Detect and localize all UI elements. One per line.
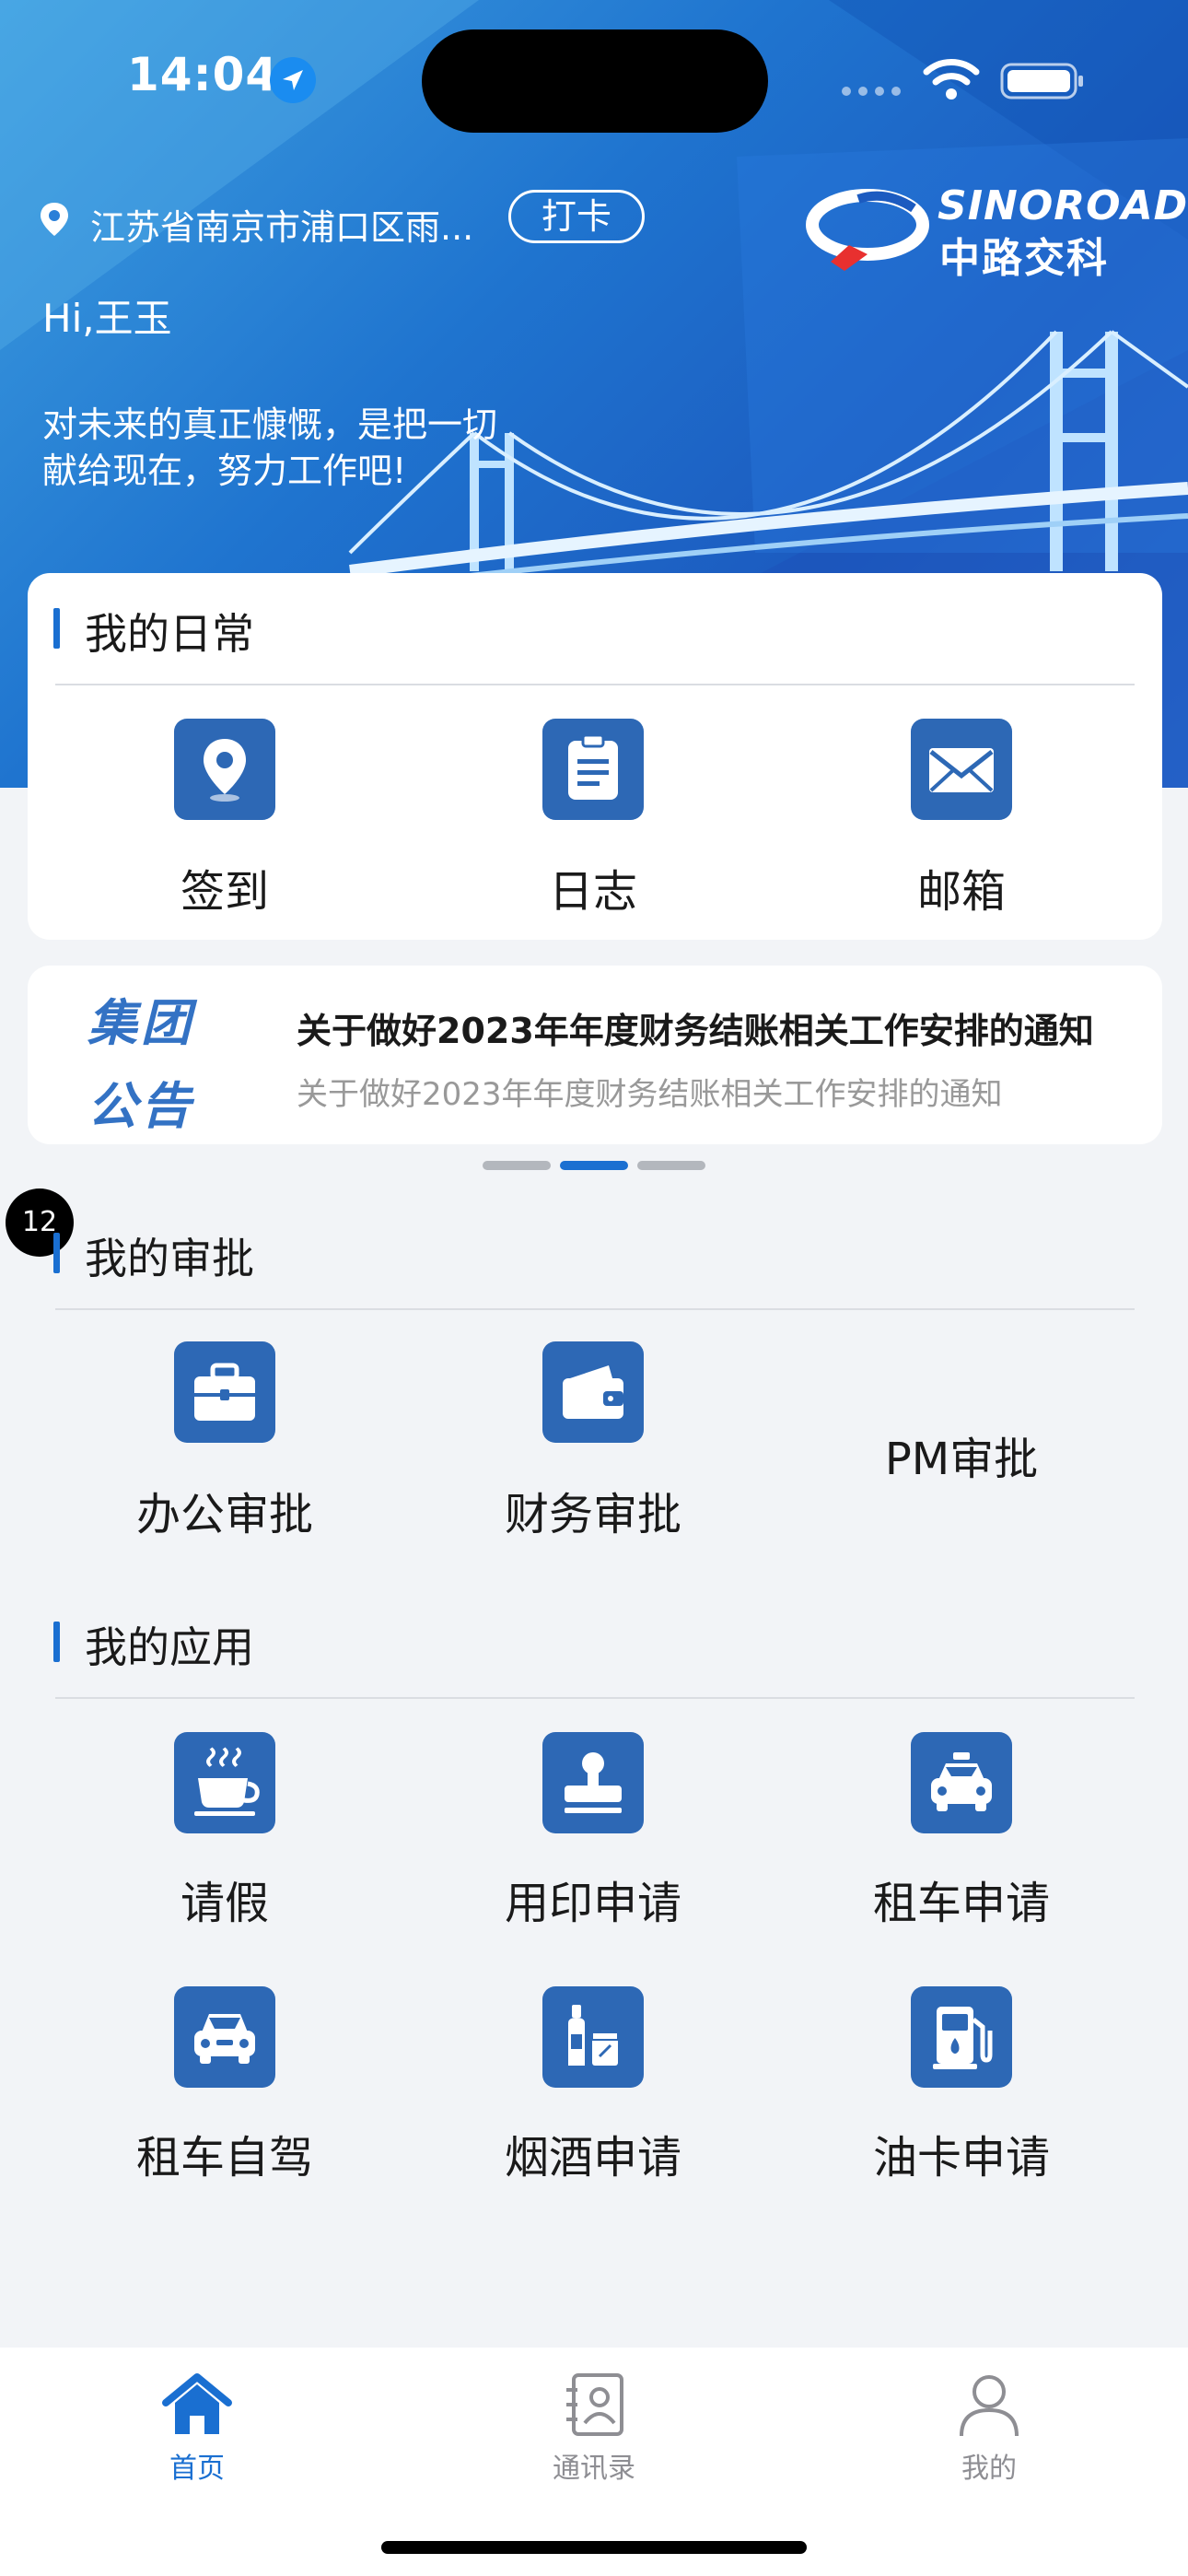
punch-in-button[interactable]: 打卡 [508, 190, 645, 243]
stamp-icon [565, 1752, 622, 1813]
app-item-tobacco-liquor[interactable] [542, 1986, 644, 2088]
log-document-icon [568, 733, 618, 800]
home-indicator[interactable] [381, 2541, 807, 2554]
app-label-fuel-card: 油卡申请 [872, 2132, 1050, 2184]
logo-title: SINOROAD [938, 182, 1188, 229]
bottle-icon [568, 2005, 619, 2066]
dynamic-island [422, 29, 768, 133]
approvals-section-title: 我的审批 [85, 1234, 254, 1283]
notice-tag-line-2: 公告 [87, 1077, 194, 1135]
tab-me[interactable]: 我的 [915, 2359, 1063, 2488]
daily-label-checkin: 签到 [180, 866, 269, 918]
signal-icon [842, 87, 901, 96]
coffee-cup-icon [194, 1747, 260, 1816]
app-item-leave[interactable] [174, 1732, 275, 1833]
daily-section-title: 我的日常 [85, 609, 254, 659]
pager-dot[interactable] [637, 1161, 705, 1170]
daily-label-log: 日志 [548, 866, 637, 918]
car-icon [194, 2014, 255, 2064]
approval-item-finance[interactable] [542, 1341, 644, 1443]
app-label-leave: 请假 [180, 1878, 269, 1929]
app-label-taxi: 租车申请 [872, 1878, 1050, 1929]
section-accent-bar [53, 1233, 60, 1273]
divider [55, 684, 1135, 685]
apps-section-title: 我的应用 [85, 1622, 254, 1672]
notice-title[interactable]: 关于做好2023年年度财务结账相关工作安排的通知 [297, 1002, 1094, 1053]
wifi-icon [923, 59, 980, 100]
tab-home[interactable]: 首页 [123, 2359, 271, 2488]
divider [55, 1308, 1135, 1310]
app-label-seal: 用印申请 [504, 1878, 681, 1929]
notice-tag-line-1: 集团 [87, 994, 194, 1052]
contacts-book-icon [566, 2373, 623, 2436]
location-text: 江苏省南京市浦口区雨... [90, 207, 474, 248]
tab-label-contacts: 通讯录 [553, 2453, 635, 2485]
notice-card[interactable] [28, 966, 1162, 1144]
location-pin-small-icon [41, 203, 68, 236]
pager-dot-active[interactable] [560, 1161, 628, 1170]
home-icon [162, 2373, 232, 2434]
daily-label-mailbox: 邮箱 [916, 866, 1006, 918]
daily-item-log[interactable] [542, 719, 644, 820]
app-item-taxi[interactable] [911, 1732, 1012, 1833]
person-icon [960, 2375, 1019, 2437]
notice-subtitle: 关于做好2023年年度财务结账相关工作安排的通知 [297, 1076, 1003, 1113]
fuel-pump-icon [933, 2007, 993, 2069]
status-time: 14:04 [127, 48, 279, 101]
divider [55, 1697, 1135, 1699]
app-item-seal[interactable] [542, 1732, 644, 1833]
wallet-icon [563, 1365, 623, 1419]
daily-item-checkin[interactable] [174, 719, 275, 820]
app-label-self-drive: 租车自驾 [135, 2132, 313, 2184]
motto-line-1: 对未来的真正慷慨，是把一切 [42, 404, 498, 445]
tab-contacts[interactable]: 通讯录 [520, 2359, 668, 2488]
motto: 对未来的真正慷慨，是把一切 献给现在，努力工作吧! [42, 402, 558, 494]
tab-label-home: 首页 [169, 2453, 225, 2485]
mail-icon [929, 748, 994, 792]
greeting: Hi,王玉 [42, 296, 172, 341]
approval-label-office: 办公审批 [135, 1489, 313, 1540]
briefcase-icon [194, 1363, 255, 1421]
motto-line-2: 献给现在，努力工作吧! [42, 451, 407, 491]
battery-icon [1000, 63, 1083, 100]
location-services-icon [270, 57, 316, 103]
section-accent-bar [53, 1622, 60, 1662]
location-pin-icon [204, 739, 246, 802]
app-item-fuel-card[interactable] [911, 1986, 1012, 2088]
section-accent-bar [53, 608, 60, 649]
pager-dot[interactable] [483, 1161, 551, 1170]
app-label-tobacco-liquor: 烟酒申请 [504, 2132, 681, 2184]
taxi-icon [931, 1752, 992, 1811]
app-item-self-drive[interactable] [174, 1986, 275, 2088]
notification-badge[interactable]: 12 [6, 1188, 74, 1257]
tab-label-me: 我的 [961, 2453, 1017, 2485]
logo-subtitle: 中路交科 [939, 235, 1109, 282]
approval-label-finance: 财务审批 [504, 1489, 681, 1540]
approval-item-office[interactable] [174, 1341, 275, 1443]
daily-item-mailbox[interactable] [911, 719, 1012, 820]
approval-item-pm[interactable]: PM审批 [777, 1423, 1146, 1485]
